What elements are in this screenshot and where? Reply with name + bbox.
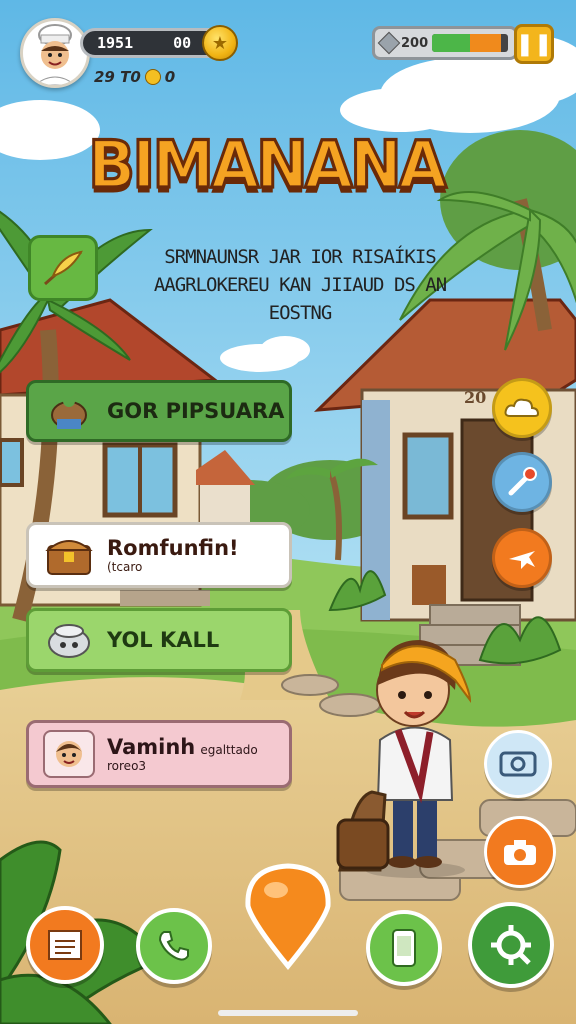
cloud-icon: [504, 398, 540, 417]
menu-item-4-sub: roreo3: [107, 759, 147, 773]
pause-icon: ❚❚: [515, 31, 553, 57]
basket-icon: [43, 387, 95, 435]
wrench-button[interactable]: [492, 452, 552, 512]
subtitle-line-3: EOSTNG: [268, 302, 333, 324]
photo-icon: [499, 751, 537, 777]
character-portrait-icon: [43, 730, 95, 778]
feather-button[interactable]: [28, 235, 98, 301]
game-subtitle: SRMNAUNSR JAR IOR RISAÍKIS AAGRLOKEREU K…: [100, 243, 500, 327]
wrench-icon: [508, 467, 537, 496]
feather-quill-icon: [44, 250, 83, 286]
player-avatar[interactable]: [20, 18, 90, 88]
phone-icon: [158, 931, 189, 961]
menu-item-1-label: GOR PIPSUARA: [107, 399, 285, 423]
small-coin-icon: [144, 69, 161, 85]
subtitle-line-1: SRMNAUNSR JAR IOR RISAÍKIS: [164, 246, 436, 268]
notes-button[interactable]: [26, 906, 104, 984]
menu-item-2[interactable]: Romfunfin! (tcaro: [26, 522, 292, 588]
tablet-icon: [392, 929, 416, 967]
menu-item-2-label: Romfunfin!: [107, 536, 239, 560]
gold-coin-icon[interactable]: ★: [202, 25, 238, 61]
gem-icon: [377, 31, 401, 55]
phone-button[interactable]: [136, 908, 212, 984]
map-pin-icon: [245, 863, 331, 970]
sub-stat: 29 T0 0: [94, 68, 175, 86]
pause-button[interactable]: ❚❚: [514, 24, 554, 64]
menu-item-4[interactable]: Vaminh egalttado roreo3: [26, 720, 292, 788]
photo-button[interactable]: [484, 730, 552, 798]
energy-bar: [432, 34, 509, 52]
menu-item-3-label: YOL KALL: [107, 628, 220, 652]
settings-icon: [491, 925, 531, 965]
airplane-icon: [509, 551, 535, 569]
subtitle-line-2: AAGRLOKEREU KAN JIIAUD DS AN: [153, 274, 447, 296]
home-indicator[interactable]: [218, 1010, 358, 1016]
menu-item-1[interactable]: GOR PIPSUARA: [26, 380, 292, 442]
house-sign: 20: [464, 388, 487, 407]
chef-avatar-icon: [34, 24, 76, 85]
menu-item-4-label: Vaminh: [107, 735, 196, 759]
menu-item-4-tag: egalttado: [200, 743, 258, 757]
treasure-chest-icon: [43, 531, 95, 579]
settings-button[interactable]: [468, 902, 554, 988]
energy-bar-fill: [432, 34, 501, 52]
pot-icon: [43, 616, 95, 664]
sub-stat-text: 29 T0: [94, 68, 141, 86]
menu-item-3[interactable]: YOL KALL: [26, 608, 292, 672]
resource-secondary-value: 00: [173, 34, 192, 52]
tablet-button[interactable]: [366, 910, 442, 986]
game-title: BIMANANA: [87, 125, 449, 205]
airplane-button[interactable]: [492, 528, 552, 588]
cloud-button[interactable]: [492, 378, 552, 438]
resource-value: 1951: [97, 34, 134, 52]
map-pin-button[interactable]: [242, 862, 334, 970]
menu-item-2-sub: (tcaro: [107, 560, 143, 574]
notes-icon: [48, 930, 82, 960]
energy-label: 200: [401, 35, 429, 51]
sub-stat-coin-value: 0: [164, 68, 176, 86]
energy-meter: 200: [372, 26, 518, 60]
camera-button[interactable]: [484, 816, 556, 888]
camera-icon: [504, 840, 536, 865]
